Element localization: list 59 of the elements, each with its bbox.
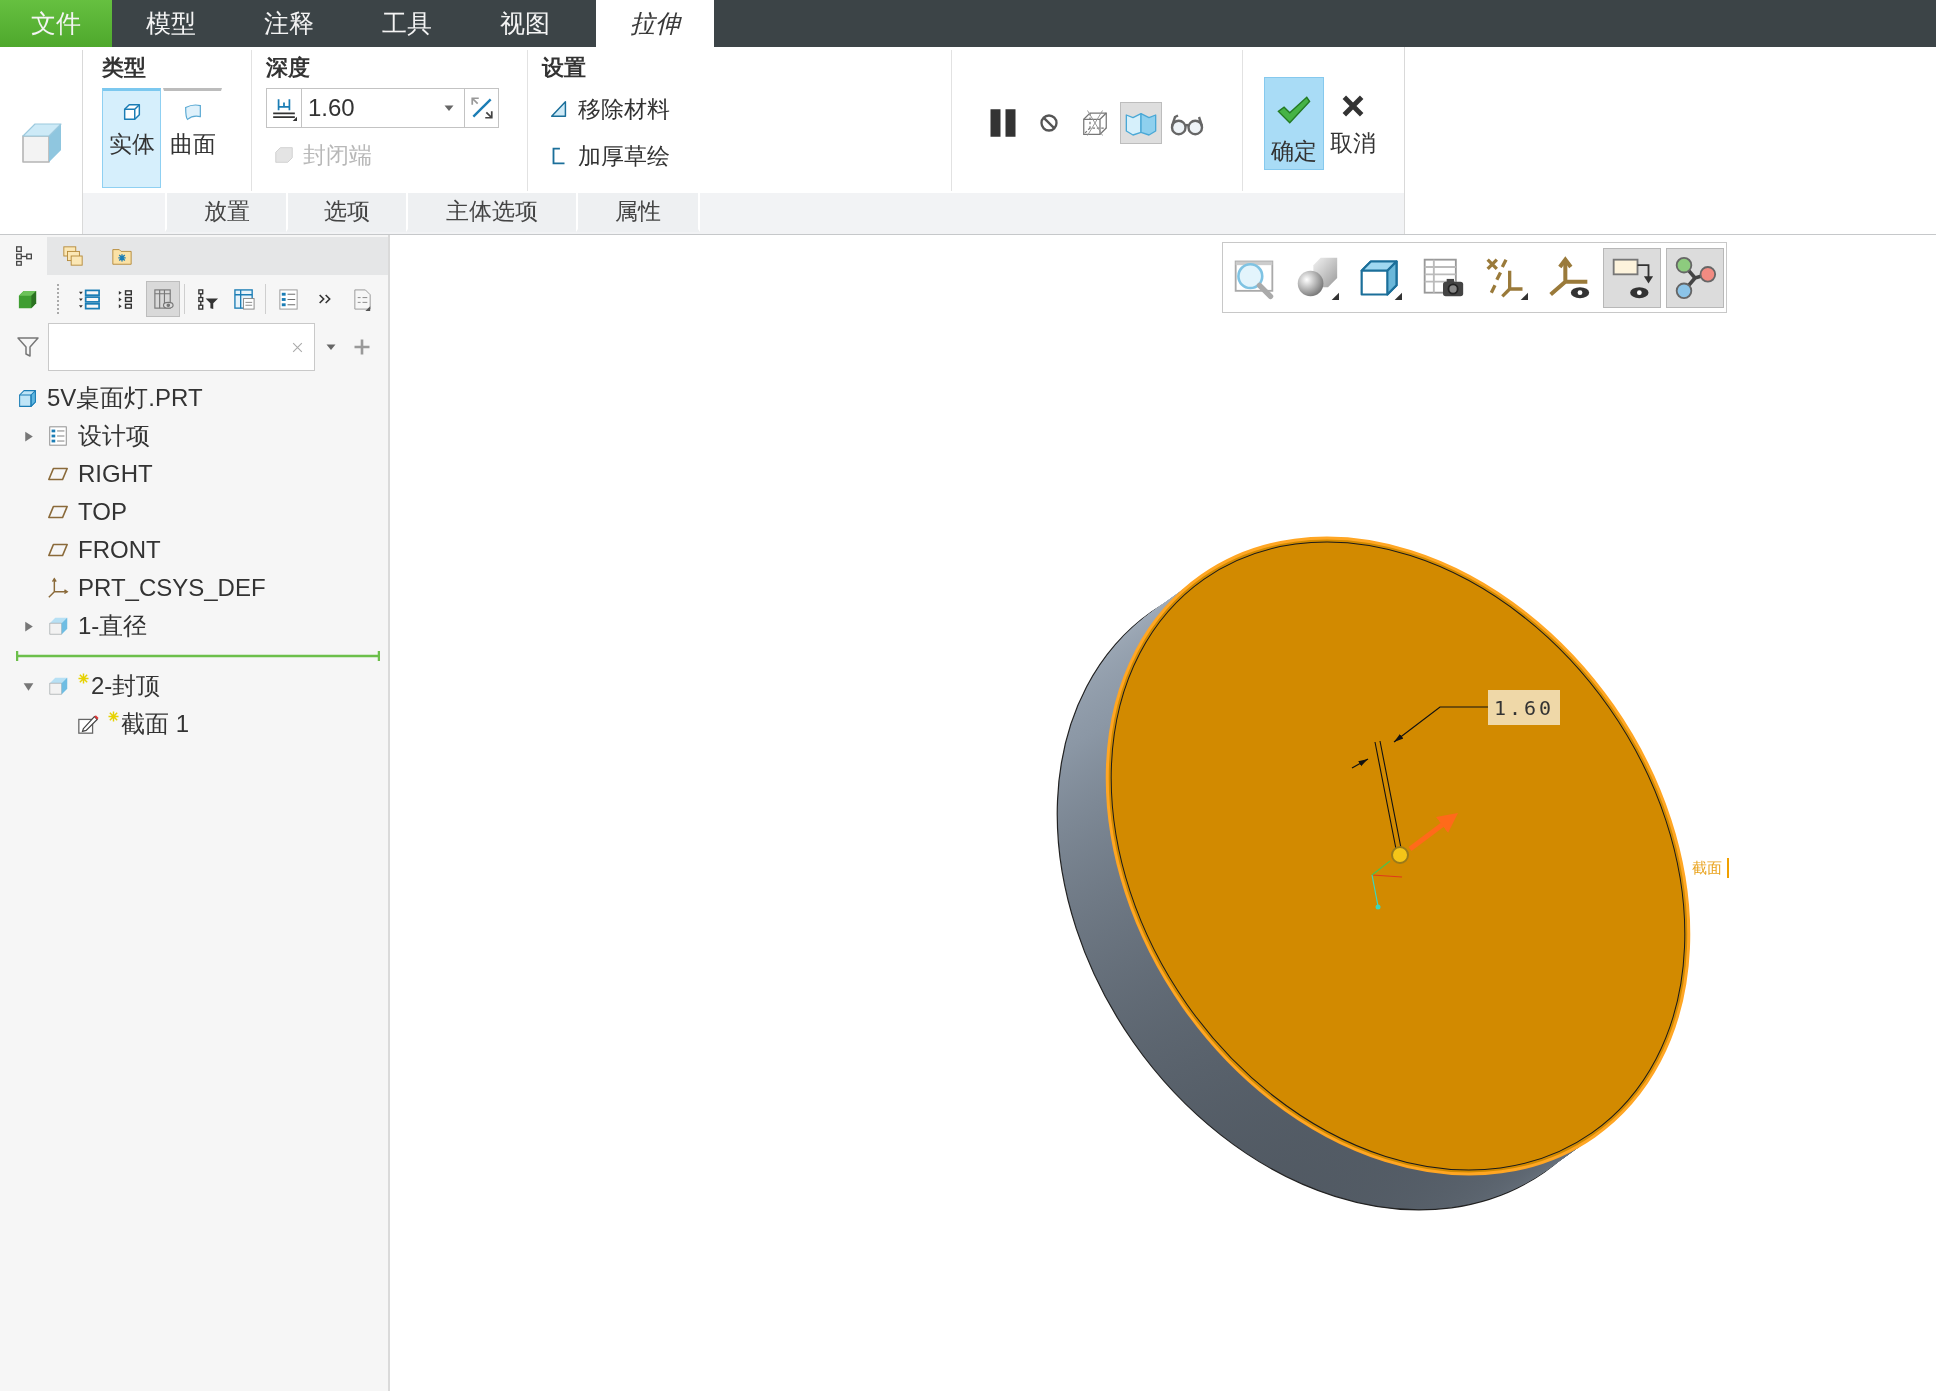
filter-icon[interactable] (16, 335, 40, 359)
menu-tab[interactable]: 拉伸 (596, 0, 714, 47)
diagonal-arrows-icon (468, 95, 495, 121)
table-eye-icon (151, 287, 175, 311)
ok-button[interactable]: 确定 (1264, 76, 1324, 170)
dimension-label[interactable]: 1.60 (1488, 690, 1560, 725)
section-label: 截面 (1692, 859, 1722, 877)
menu-tab[interactable]: 工具 (348, 0, 466, 47)
depth-type-button[interactable] (266, 88, 301, 128)
menu-tab[interactable]: 注释 (230, 0, 348, 47)
group-title: 深度 (266, 55, 310, 81)
tree-item-label[interactable]: PRT_CSYS_DEF (78, 574, 266, 602)
node-graph-icon (1673, 255, 1717, 300)
clear-icon[interactable] (291, 340, 304, 354)
tree-item-label[interactable]: 2-封顶 (91, 670, 161, 702)
ribbon-tab[interactable]: 属性 (576, 193, 700, 232)
menu-tab[interactable]: 视图 (466, 0, 584, 47)
depth-input[interactable]: 1.60 (301, 88, 465, 128)
group-title: 类型 (102, 55, 146, 81)
list-icon (77, 287, 101, 311)
tree-item-label[interactable]: TOP (78, 498, 127, 526)
rounded-box-icon (273, 144, 295, 166)
checklist-icon (47, 425, 69, 447)
ribbon-tab[interactable]: 选项 (286, 193, 406, 232)
cube-icon (47, 615, 69, 637)
cube-icon (47, 675, 69, 697)
tree-item-label[interactable]: 设计项 (78, 420, 150, 452)
wireframe-box-icon (1080, 108, 1110, 138)
cube-icon (17, 387, 38, 409)
stacked-sheets-icon (61, 245, 84, 267)
tree-item-label[interactable]: 截面 1 (121, 708, 189, 740)
type-option-button[interactable]: 曲面 (163, 88, 222, 188)
cancel-button[interactable]: 取消 (1328, 76, 1378, 170)
type-option-button[interactable]: 实体 (102, 88, 161, 188)
sphere-cube-icon (1295, 255, 1339, 300)
prohibited-icon (1039, 113, 1059, 133)
view-tool-button[interactable] (1603, 247, 1661, 308)
axes-icon (47, 577, 69, 599)
group-title: 设置 (542, 55, 586, 81)
tree-item-label[interactable]: 1-直径 (78, 610, 148, 642)
pencil-square-icon (77, 713, 99, 735)
cursor-bar-icon (1727, 858, 1729, 878)
tree-item-label[interactable]: FRONT (78, 536, 161, 564)
tree-item-label[interactable]: RIGHT (78, 460, 153, 488)
plus-icon[interactable] (353, 338, 371, 356)
filter-input[interactable] (48, 323, 315, 371)
checklist-icon (276, 287, 300, 311)
flip-direction-button[interactable] (465, 88, 499, 128)
setting-toggle[interactable]: 加厚草绘 (542, 136, 679, 176)
ribbon-tab[interactable]: 放置 (165, 193, 286, 232)
menu-tab[interactable]: 模型 (112, 0, 230, 47)
ribbon-tab[interactable]: 主体选项 (406, 193, 576, 232)
tree-filter-icon (195, 287, 219, 311)
setting-toggle[interactable]: 移除材料 (542, 89, 679, 129)
panel-tab[interactable] (0, 237, 47, 275)
table-icon (232, 287, 256, 311)
axes-eye-icon (1547, 255, 1591, 300)
tree-item-label[interactable]: 5V桌面灯.PRT (47, 382, 203, 414)
pause-icon (988, 108, 1018, 138)
